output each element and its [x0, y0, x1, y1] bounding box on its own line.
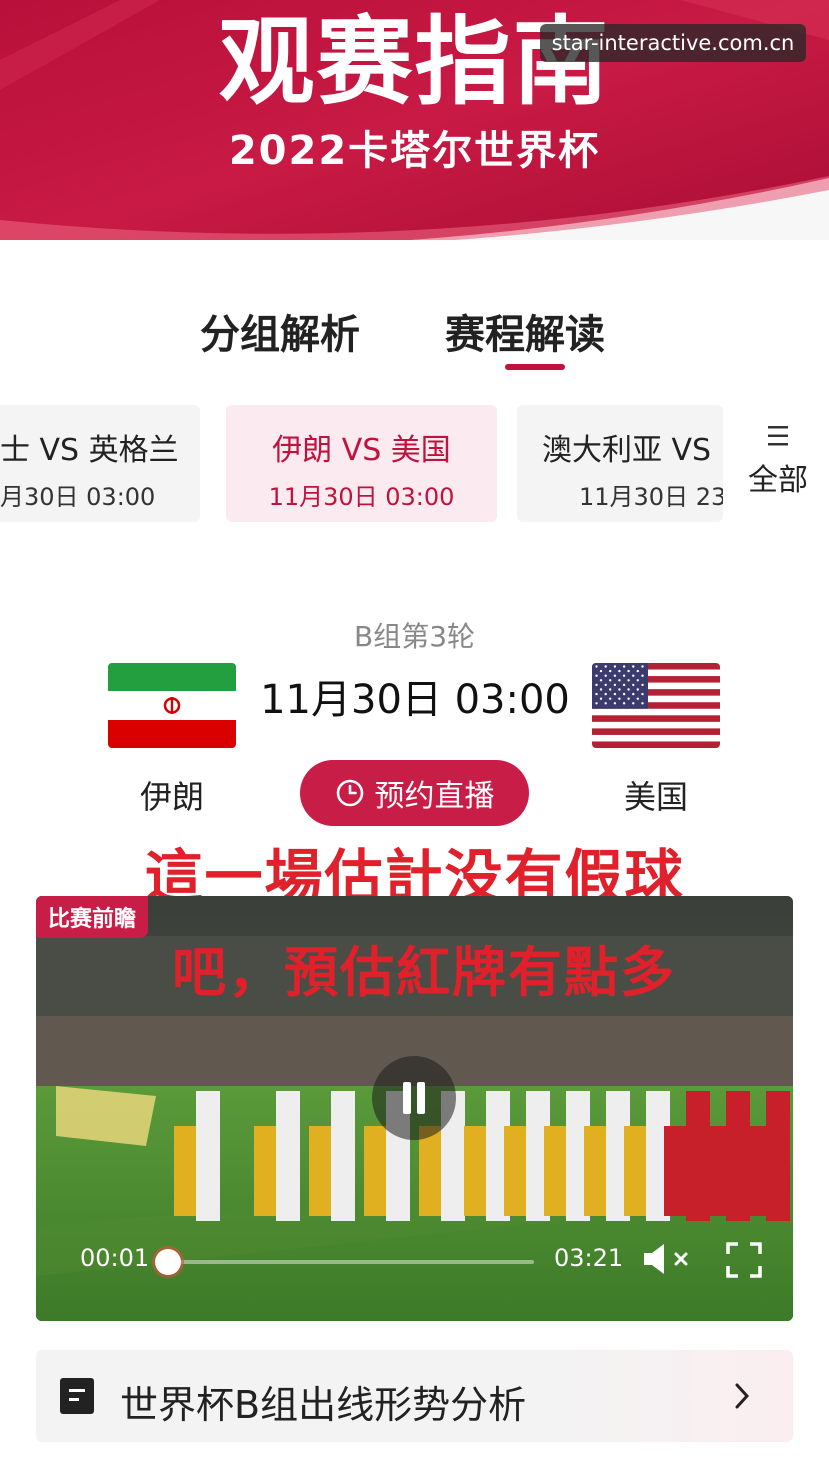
header-banner: 观赛指南 2022卡塔尔世界杯 star-interactive.com.cn [0, 0, 829, 270]
usa-flag-icon [592, 663, 720, 748]
away-team-name: 美国 [624, 778, 689, 816]
match-chip-selected[interactable]: 伊朗 VS 美国 11月30日 03:00 [226, 405, 497, 522]
match-chip-time: 11月30日 03:00 [268, 483, 455, 511]
pause-icon [403, 1082, 411, 1114]
match-chip-title: 士 VS 英格兰 [0, 433, 179, 468]
fullscreen-icon[interactable] [726, 1242, 762, 1278]
match-datetime: 11月30日 03:00 [260, 677, 570, 723]
page-subtitle: 2022卡塔尔世界杯 [228, 128, 601, 174]
chevron-right-icon [735, 1383, 750, 1409]
all-matches-label: 全部 [748, 463, 808, 498]
active-tab-indicator [505, 364, 565, 370]
iran-flag-icon [108, 663, 236, 748]
document-icon [60, 1378, 94, 1414]
match-chip-title: 伊朗 VS 美国 [272, 433, 451, 468]
menu-icon [768, 426, 788, 446]
overlay-caption-line2: 吧，預估紅牌有點多 [172, 940, 676, 1004]
progress-knob[interactable] [154, 1249, 181, 1275]
watermark: star-interactive.com.cn [540, 24, 806, 62]
round-label: B组第3轮 [353, 620, 476, 653]
total-time: 03:21 [554, 1244, 624, 1272]
match-chip-title: 澳大利亚 VS [542, 433, 712, 468]
match-chip[interactable]: 士 VS 英格兰 月30日 03:00 [0, 405, 200, 522]
current-time: 00:01 [80, 1244, 150, 1272]
group-analysis-link[interactable]: 世界杯B组出线形势分析 [36, 1350, 793, 1442]
video-tag: 比赛前瞻 [36, 896, 148, 938]
reserve-live-label: 预约直播 [374, 779, 495, 814]
all-matches-button[interactable]: 全部 [740, 425, 816, 499]
clock-icon [336, 779, 363, 807]
match-chip-time: 月30日 03:00 [0, 483, 156, 511]
tab-schedule-analysis[interactable]: 赛程解读 [445, 302, 605, 360]
pause-icon [417, 1082, 425, 1114]
group-analysis-label: 世界杯B组出线形势分析 [120, 1383, 527, 1427]
progress-bar[interactable] [154, 1249, 534, 1275]
mute-icon[interactable] [642, 1242, 696, 1276]
home-team-name: 伊朗 [140, 778, 205, 816]
tab-group-analysis[interactable]: 分组解析 [200, 302, 360, 360]
tab-bar: 分组解析 赛程解读 [0, 302, 829, 382]
match-chip[interactable]: 澳大利亚 VS 11月30日 23 [517, 405, 723, 522]
reserve-live-button[interactable]: 预约直播 [300, 760, 529, 826]
match-chip-time: 11月30日 23 [579, 483, 723, 511]
pause-button[interactable] [372, 1056, 456, 1140]
